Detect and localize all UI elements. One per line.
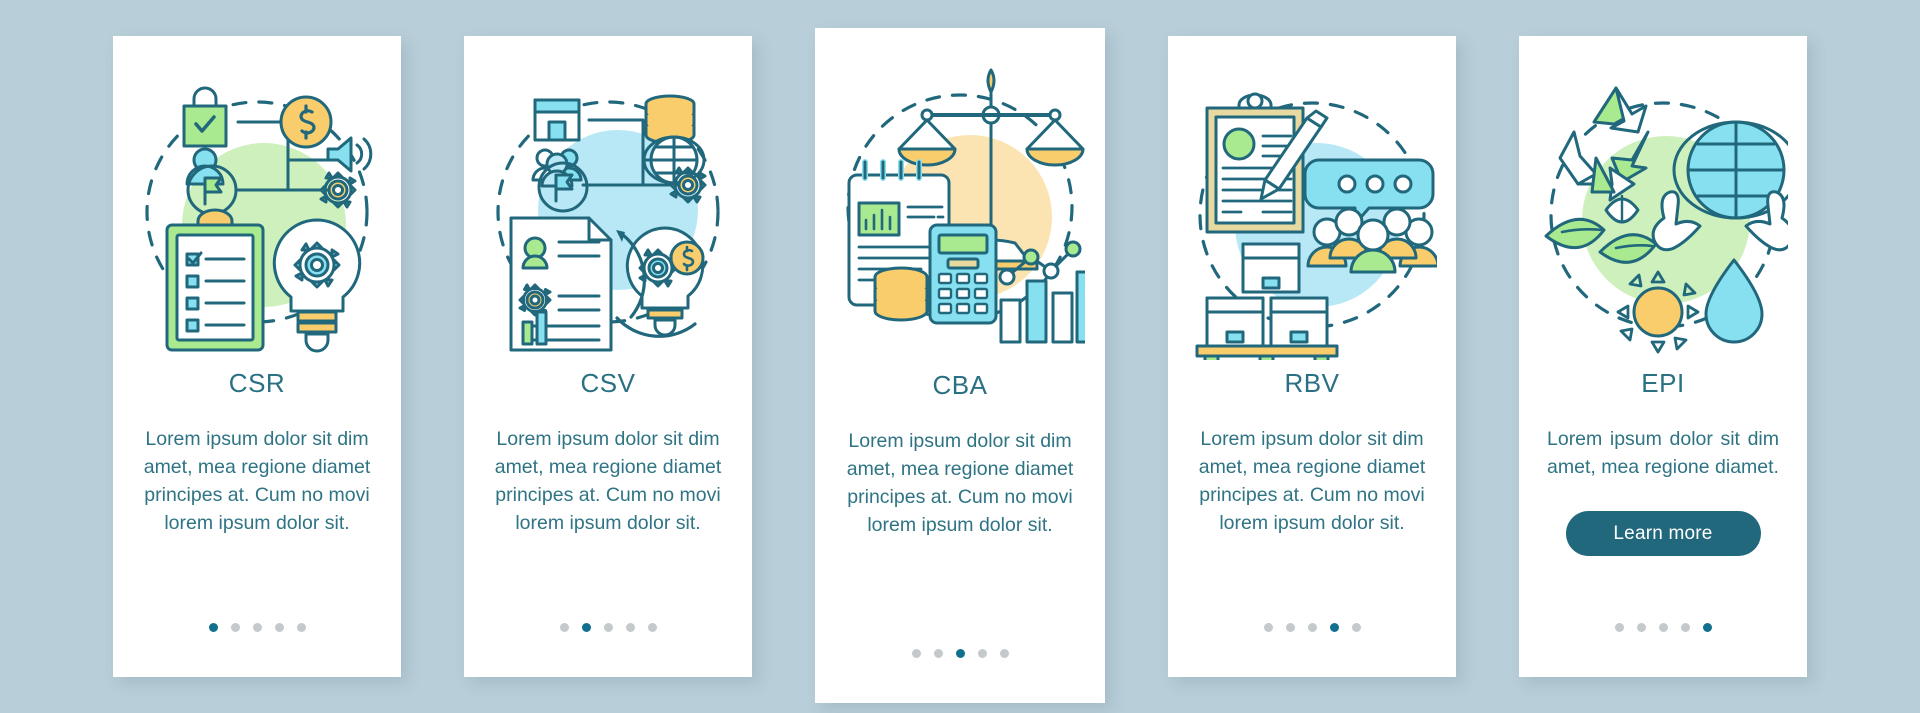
page-dot-5[interactable] — [1702, 623, 1712, 632]
epi-environmental-illustration — [1544, 86, 1788, 354]
page-indicator-dots[interactable] — [1519, 623, 1807, 632]
csv-shared-value-illustration — [496, 94, 720, 352]
card-title: EPI — [1641, 368, 1685, 398]
illustration-wrap-cba — [815, 28, 1105, 368]
page-dot-2[interactable] — [581, 623, 591, 632]
page-dot-3[interactable] — [1307, 623, 1317, 632]
page-dot-1[interactable] — [559, 623, 569, 632]
page-indicator-dots[interactable] — [1168, 623, 1456, 632]
page-dot-1[interactable] — [208, 623, 218, 632]
page-dot-2[interactable] — [230, 623, 240, 632]
onboarding-card-csr[interactable]: CSR Lorem ipsum dolor sit dim amet, mea … — [113, 36, 401, 677]
onboarding-card-epi[interactable]: EPI Lorem ipsum dolor sit dim amet, mea … — [1519, 36, 1807, 677]
page-dot-5[interactable] — [1351, 623, 1361, 632]
illustration-wrap-csv — [464, 36, 752, 366]
card-body-text: Lorem ipsum dolor sit dim amet, mea regi… — [846, 430, 1074, 536]
onboarding-screens-container: CSR Lorem ipsum dolor sit dim amet, mea … — [0, 0, 1920, 713]
card-body-text: Lorem ipsum dolor sit dim amet, mea regi… — [1547, 428, 1779, 478]
page-dot-4[interactable] — [1680, 623, 1690, 632]
page-dot-1[interactable] — [1614, 623, 1624, 632]
page-dot-3[interactable] — [603, 623, 613, 632]
card-title: CSR — [228, 368, 286, 398]
rbv-resource-based-illustration — [1195, 92, 1437, 360]
onboarding-card-cba[interactable]: CBA Lorem ipsum dolor sit dim amet, mea … — [815, 28, 1105, 703]
page-dot-4[interactable] — [274, 623, 284, 632]
onboarding-card-rbv[interactable]: RBV Lorem ipsum dolor sit dim amet, mea … — [1168, 36, 1456, 677]
page-dot-2[interactable] — [1285, 623, 1295, 632]
page-dot-4[interactable] — [1329, 623, 1339, 632]
card-body-text: Lorem ipsum dolor sit dim amet, mea regi… — [143, 428, 371, 534]
card-title: RBV — [1284, 368, 1340, 398]
illustration-wrap-rbv — [1168, 36, 1456, 366]
page-dot-3[interactable] — [955, 649, 965, 658]
page-dot-1[interactable] — [911, 649, 921, 658]
page-dot-5[interactable] — [999, 649, 1009, 658]
page-indicator-dots[interactable] — [464, 623, 752, 632]
page-indicator-dots[interactable] — [815, 649, 1105, 658]
cba-cost-benefit-illustration — [846, 68, 1085, 344]
learn-more-button[interactable]: Learn more — [1565, 511, 1761, 556]
page-dot-3[interactable] — [252, 623, 262, 632]
page-dot-5[interactable] — [296, 623, 306, 632]
onboarding-card-csv[interactable]: CSV Lorem ipsum dolor sit dim amet, mea … — [464, 36, 752, 677]
page-indicator-dots[interactable] — [113, 623, 401, 632]
illustration-wrap-csr — [113, 36, 401, 366]
page-dot-1[interactable] — [1263, 623, 1273, 632]
page-dot-3[interactable] — [1658, 623, 1668, 632]
card-body-text: Lorem ipsum dolor sit dim amet, mea regi… — [494, 428, 722, 534]
page-dot-2[interactable] — [1636, 623, 1646, 632]
page-dot-4[interactable] — [977, 649, 987, 658]
card-body-text: Lorem ipsum dolor sit dim amet, mea regi… — [1198, 428, 1426, 534]
card-title: CSV — [580, 368, 636, 398]
illustration-wrap-epi — [1519, 36, 1807, 366]
page-dot-2[interactable] — [933, 649, 943, 658]
page-dot-5[interactable] — [647, 623, 657, 632]
card-title: CBA — [932, 370, 988, 400]
csr-strategy-illustration — [145, 86, 373, 353]
page-dot-4[interactable] — [625, 623, 635, 632]
